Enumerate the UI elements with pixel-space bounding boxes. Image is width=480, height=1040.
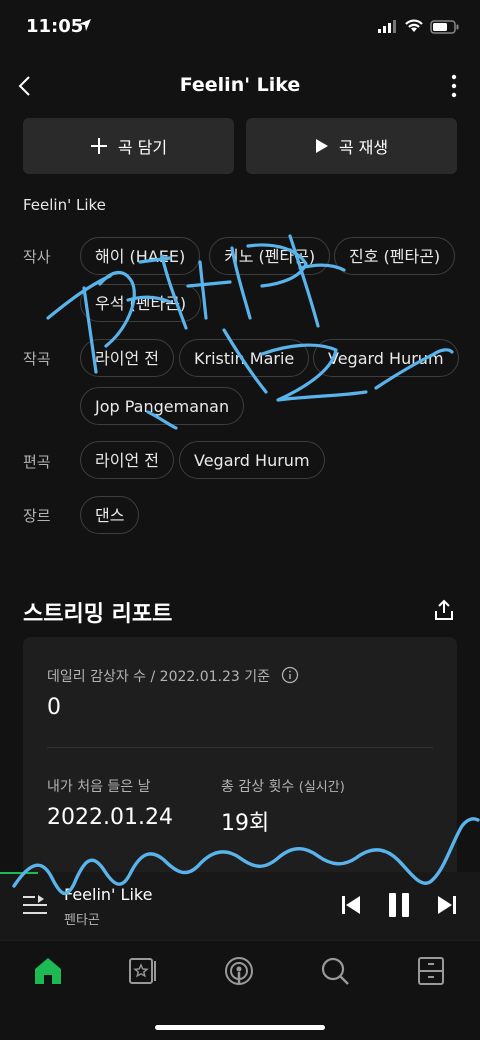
location-icon	[79, 19, 91, 31]
composer-label: 작곡	[23, 350, 51, 368]
composer-chip[interactable]: Jop Pangemanan	[80, 387, 245, 425]
play-icon	[315, 139, 328, 153]
arranger-chip[interactable]: 라이언 전	[80, 441, 174, 479]
lyricist-chip[interactable]: 진호 (펜타곤)	[334, 237, 456, 275]
info-icon[interactable]	[281, 666, 299, 684]
status-bar: 11:05	[0, 0, 480, 58]
lyricist-chip[interactable]: 키노 (펜타곤)	[209, 237, 331, 275]
section-title: 스트리밍 리포트	[23, 602, 173, 627]
composer-chip[interactable]: Kristin Marie	[179, 339, 310, 377]
library-icon[interactable]	[127, 955, 159, 987]
composer-chip[interactable]: 라이언 전	[80, 339, 174, 377]
home-indicator	[155, 1025, 325, 1030]
add-song-label: 곡 담기	[117, 138, 168, 157]
tab-bar	[0, 940, 480, 1040]
mini-player-artist: 펜타곤	[64, 913, 100, 928]
genre-label: 장르	[23, 507, 51, 525]
first-listen-value: 2022.01.24	[47, 805, 173, 830]
total-plays-label-text: 총 감상 횟수	[221, 779, 295, 795]
add-song-button[interactable]: 곡 담기	[23, 118, 234, 174]
lyricist-chip[interactable]: 우석 (펜타곤)	[80, 284, 202, 322]
playback-progress	[0, 872, 39, 874]
lyricist-label: 작사	[23, 248, 51, 266]
total-plays-value: 19회	[221, 811, 270, 836]
page-title: Feelin' Like	[179, 74, 301, 96]
podcast-icon[interactable]	[223, 955, 255, 987]
home-icon[interactable]	[32, 955, 64, 987]
status-time: 11:05	[26, 16, 84, 37]
play-song-button[interactable]: 곡 재생	[246, 118, 457, 174]
divider	[47, 747, 433, 748]
search-icon[interactable]	[319, 955, 351, 987]
header: Feelin' Like	[0, 60, 480, 112]
plus-icon	[90, 138, 107, 154]
play-song-label: 곡 재생	[338, 138, 389, 157]
previous-icon[interactable]	[340, 894, 362, 916]
daily-listeners-value: 0	[47, 695, 61, 720]
signal-icon	[378, 20, 396, 33]
mini-player-title: Feelin' Like	[64, 885, 153, 904]
song-name: Feelin' Like	[23, 196, 106, 214]
storage-icon[interactable]	[415, 955, 447, 987]
genre-chip[interactable]: 댄스	[80, 496, 140, 534]
next-icon[interactable]	[436, 894, 458, 916]
battery-icon	[430, 20, 459, 34]
wifi-icon	[405, 19, 423, 32]
report-card: 데일리 감상자 수 / 2022.01.23 기준 0 내가 처음 들은 날 2…	[23, 637, 457, 877]
total-plays-label: 총 감상 횟수 (실시간)	[221, 776, 345, 796]
arranger-label: 편곡	[23, 453, 51, 471]
total-plays-sub: (실시간)	[298, 780, 345, 795]
share-icon[interactable]	[432, 598, 456, 622]
queue-icon[interactable]	[22, 894, 48, 916]
more-options-icon[interactable]	[444, 72, 464, 100]
composer-chip[interactable]: Vegard Hurum	[313, 339, 459, 377]
pause-icon[interactable]	[386, 892, 412, 918]
arranger-chip[interactable]: Vegard Hurum	[179, 441, 325, 479]
first-listen-label: 내가 처음 들은 날	[47, 779, 151, 795]
lyricist-chip[interactable]: 해이 (HAEE)	[80, 237, 201, 275]
daily-listeners-label: 데일리 감상자 수 / 2022.01.23 기준	[47, 669, 271, 685]
mini-player[interactable]: Feelin' Like 펜타곤	[0, 872, 480, 940]
